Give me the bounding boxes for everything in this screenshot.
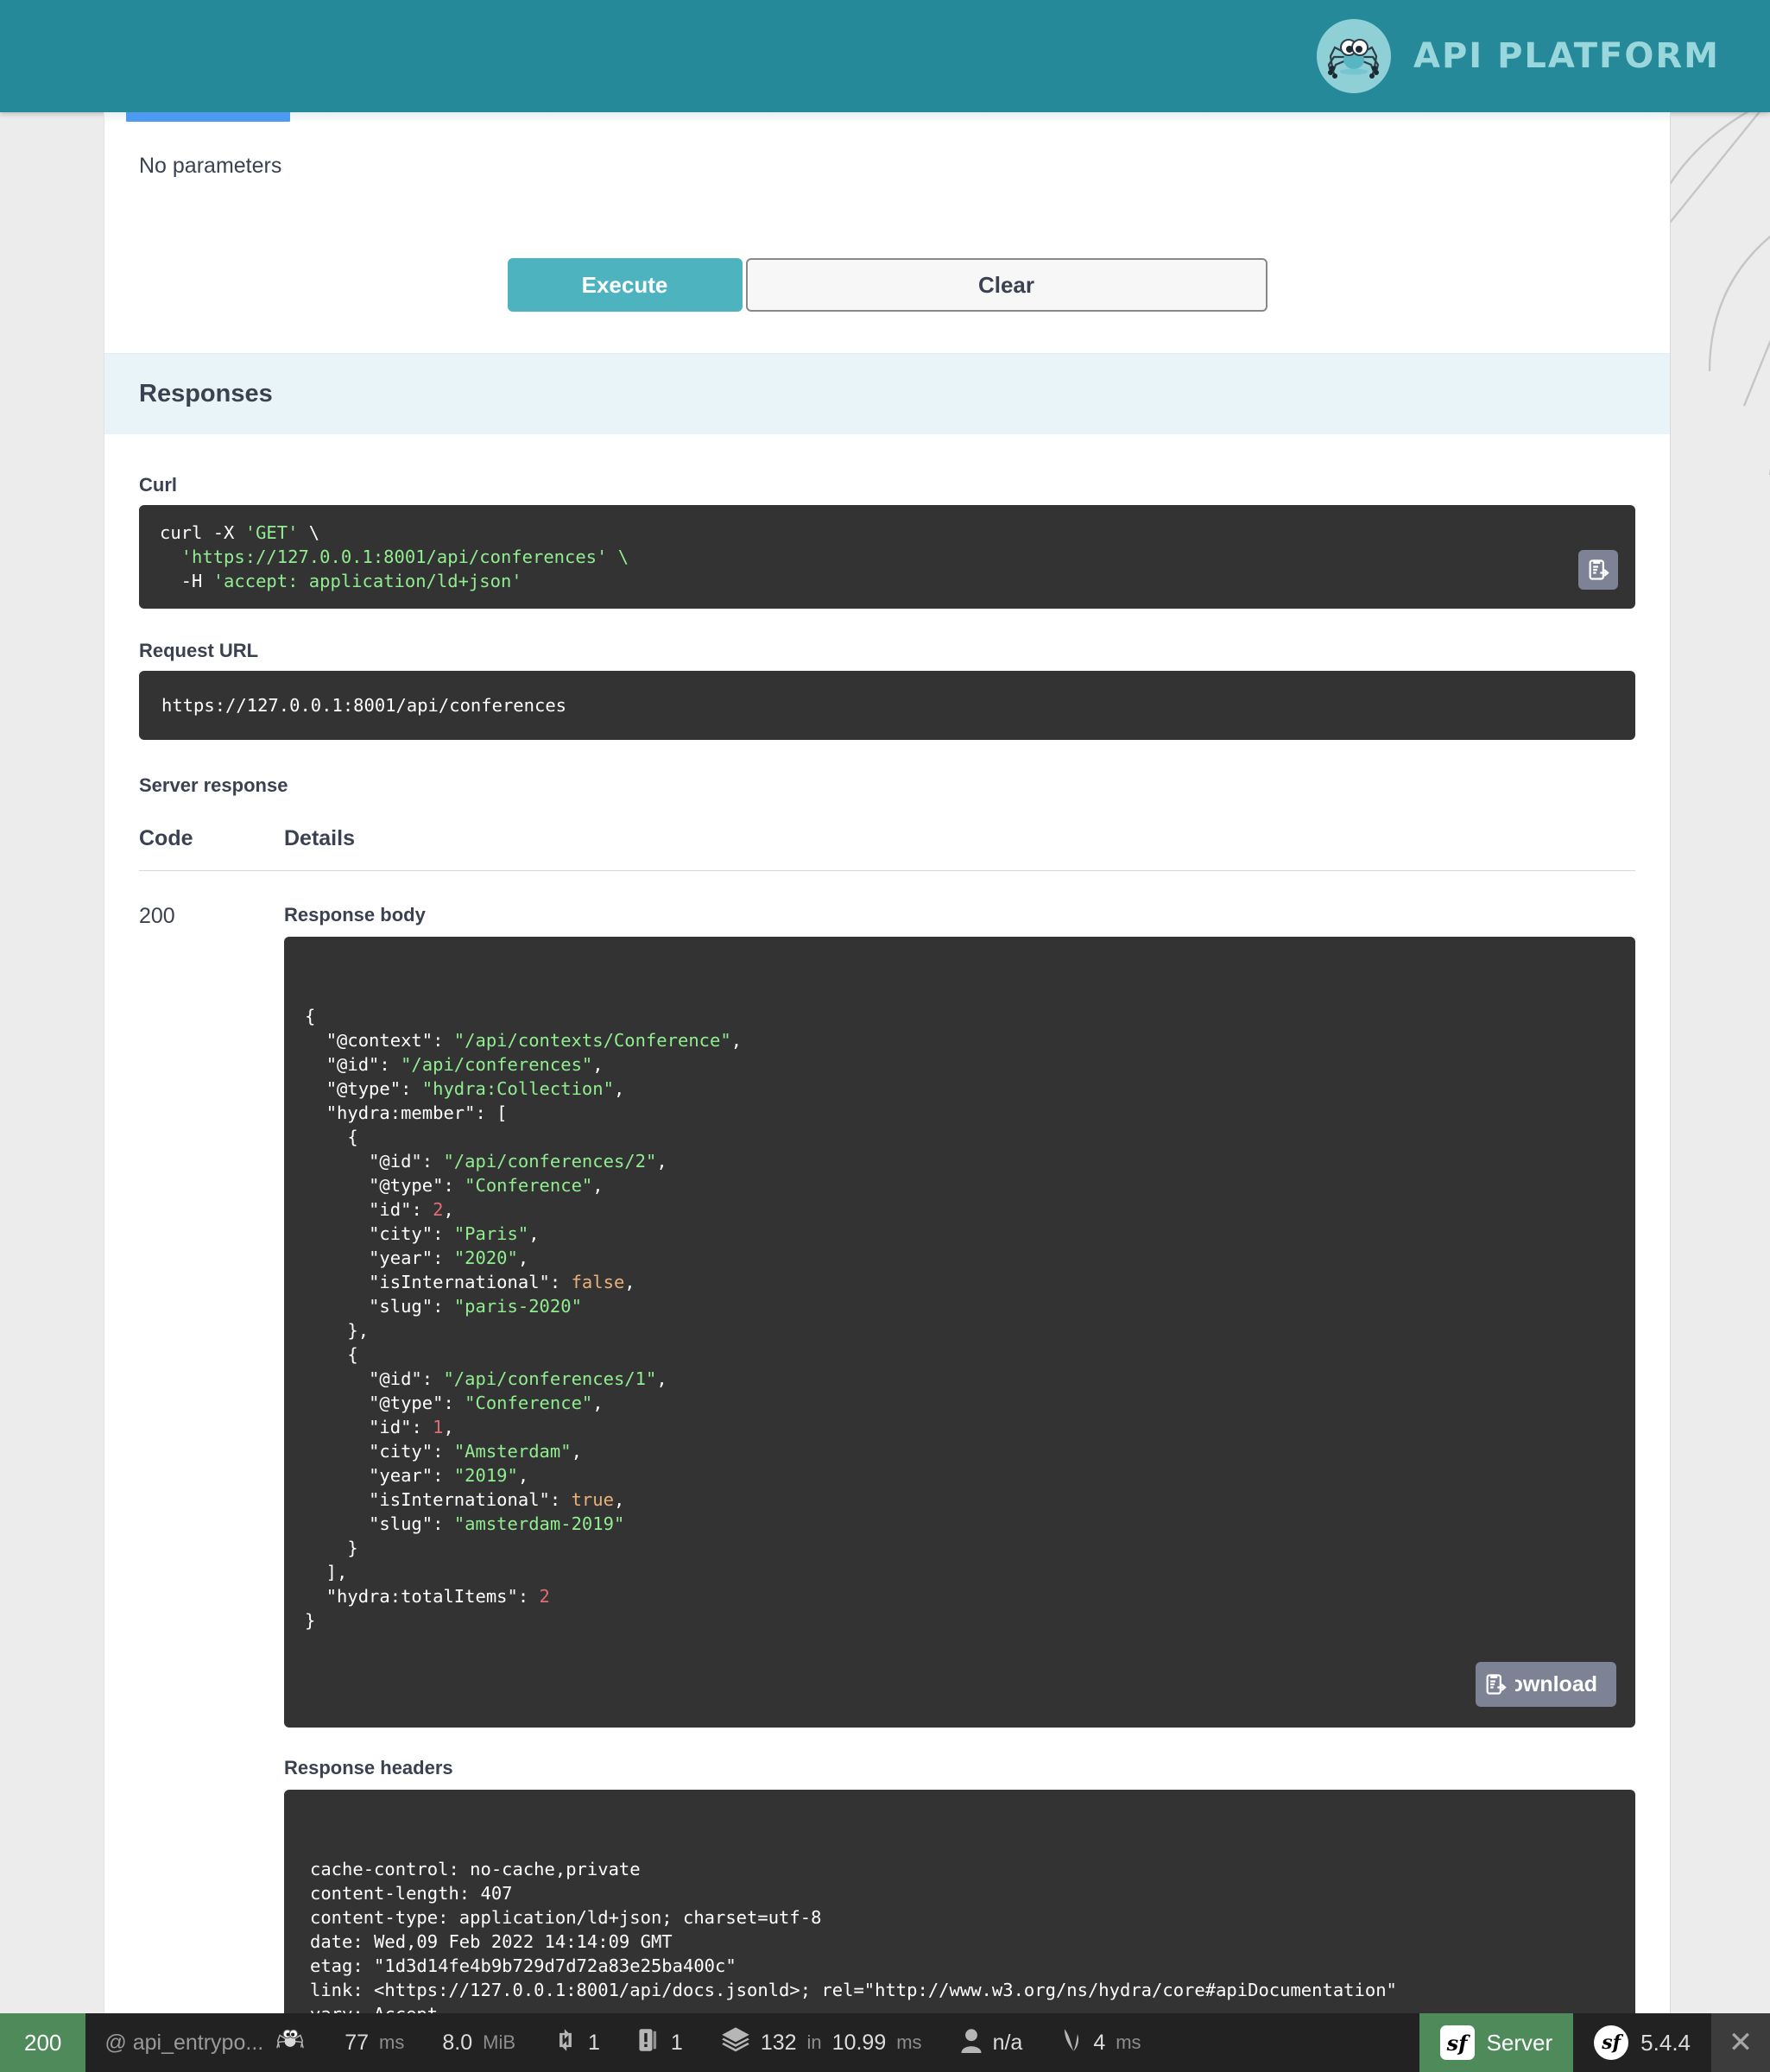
toolbar-db-time: 10.99	[832, 2031, 887, 2056]
request-redirect-icon	[553, 2027, 578, 2059]
symfony-logo-icon: sf	[1440, 2025, 1475, 2060]
server-response-label: Server response	[139, 774, 1635, 797]
curl-line1-method: 'GET'	[245, 522, 299, 543]
copy-to-clipboard-icon[interactable]	[1476, 1665, 1515, 1704]
toolbar-database[interactable]: 132 in 10.99 ms	[702, 2013, 941, 2072]
toolbar-user[interactable]: n/a	[941, 2013, 1042, 2072]
responses-section-header: Responses	[104, 353, 1670, 434]
toolbar-spacer	[1160, 2013, 1419, 2072]
column-header-code: Code	[139, 826, 284, 871]
symfony-logo-icon: sf	[1594, 2025, 1628, 2060]
response-body-block: { "@context": "/api/contexts/Conference"…	[284, 937, 1635, 1728]
toolbar-log-count: 1	[671, 2031, 683, 2056]
toolbar-server-label: Server	[1487, 2030, 1553, 2056]
curl-code-block: curl -X 'GET' \ 'https://127.0.0.1:8001/…	[139, 505, 1635, 609]
toolbar-db-queries: 132	[761, 2031, 797, 2056]
page-root: API PLATFORM No parameters Execute Clear…	[0, 0, 1770, 2072]
action-button-row: Execute Clear	[104, 258, 1670, 353]
clear-button[interactable]: Clear	[746, 258, 1267, 312]
toolbar-version: 5.4.4	[1640, 2030, 1691, 2056]
user-icon	[960, 2027, 983, 2059]
curl-line1-cmd: curl -X	[160, 522, 245, 543]
toolbar-db-time-unit: ms	[896, 2031, 921, 2054]
table-row: 200 Response body { "@context": "/api/co…	[139, 871, 1635, 2072]
toolbar-route[interactable]: @ api_entrypo...	[85, 2013, 326, 2072]
curl-line3-value: 'accept: application/ld+json'	[213, 571, 522, 591]
copy-to-clipboard-icon[interactable]	[1578, 550, 1618, 590]
close-icon[interactable]: ✕	[1711, 2013, 1770, 2072]
toolbar-memory[interactable]: 8.0 MiB	[423, 2013, 534, 2072]
logs-icon	[638, 2027, 661, 2059]
request-url-label: Request URL	[139, 640, 1635, 662]
toolbar-memory-unit: MiB	[483, 2031, 515, 2054]
toolbar-logs[interactable]: 1	[619, 2013, 702, 2072]
column-header-details: Details	[284, 826, 1635, 871]
brand-name: API PLATFORM	[1413, 36, 1720, 76]
curl-label: Curl	[139, 474, 1635, 496]
toolbar-twig-time-unit: ms	[1116, 2031, 1141, 2054]
toolbar-time-value: 77	[345, 2031, 369, 2056]
brand: API PLATFORM	[1317, 19, 1720, 93]
site-header: API PLATFORM	[0, 0, 1770, 112]
toolbar-twig[interactable]: 4 ms	[1041, 2013, 1160, 2072]
toolbar-server-section[interactable]: sf Server	[1419, 2013, 1574, 2072]
responses-body: Curl curl -X 'GET' \ 'https://127.0.0.1:…	[104, 434, 1670, 2072]
toolbar-forward-count: 1	[588, 2031, 600, 2056]
toolbar-twig-time: 4	[1093, 2031, 1105, 2056]
response-body-actions: Download	[1476, 1662, 1616, 1707]
curl-line2: 'https://127.0.0.1:8001/api/conferences'…	[160, 546, 629, 567]
table-header-row: Code Details	[139, 826, 1635, 871]
response-body-json: { "@context": "/api/contexts/Conference"…	[305, 1004, 1615, 1633]
spider-icon	[274, 2026, 307, 2060]
request-url-value: https://127.0.0.1:8001/api/conferences	[139, 671, 1635, 740]
response-headers-label: Response headers	[284, 1757, 1635, 1779]
toolbar-forwards[interactable]: 1	[534, 2013, 619, 2072]
response-body-label: Response body	[284, 904, 1635, 926]
panel-top-fade	[104, 112, 1670, 123]
toolbar-route-label: @ api_entrypo...	[104, 2031, 263, 2056]
toolbar-time-unit: ms	[379, 2031, 404, 2054]
toolbar-version-section[interactable]: sf 5.4.4	[1573, 2013, 1711, 2072]
operation-panel: No parameters Execute Clear Responses Cu…	[104, 112, 1671, 2072]
active-tab-indicator[interactable]	[126, 112, 290, 122]
toolbar-memory-value: 8.0	[442, 2031, 472, 2056]
toolbar-user-value: n/a	[993, 2031, 1023, 2056]
details-cell: Response body { "@context": "/api/contex…	[284, 871, 1635, 2072]
server-response-table: Code Details 200 Response body { "@conte…	[139, 826, 1635, 2072]
curl-line1-tail: \	[298, 522, 319, 543]
toolbar-status-code[interactable]: 200	[0, 2013, 85, 2072]
spider-logo-icon	[1317, 19, 1391, 93]
toolbar-db-in: in	[807, 2031, 822, 2054]
execute-button[interactable]: Execute	[508, 258, 743, 312]
status-code-cell: 200	[139, 871, 284, 2072]
symfony-debug-toolbar: 200 @ api_entrypo... 77 ms	[0, 2013, 1770, 2072]
responses-title: Responses	[139, 380, 1670, 408]
toolbar-time[interactable]: 77 ms	[326, 2013, 423, 2072]
twig-leaf-icon	[1060, 2027, 1083, 2059]
curl-line3-flag: -H	[160, 571, 213, 591]
database-stack-icon	[721, 2026, 750, 2060]
